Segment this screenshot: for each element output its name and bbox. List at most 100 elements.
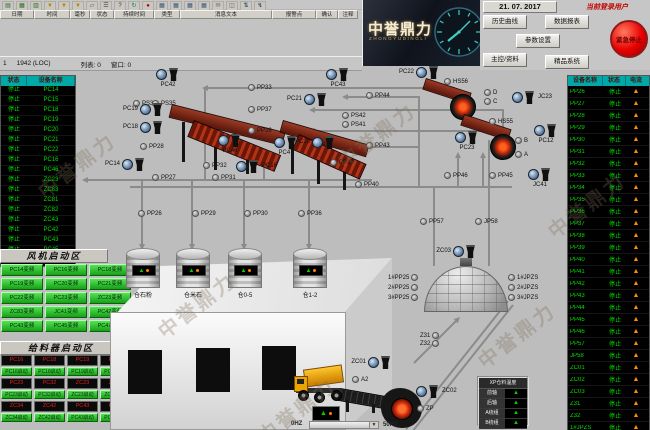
feeder-name-button[interactable]: ZC34: [1, 401, 32, 412]
param-settings-button[interactable]: 参数设置: [516, 34, 560, 48]
device-name: PP44: [568, 305, 604, 311]
storage-silo[interactable]: ▲ 仓石粉: [126, 248, 160, 300]
fan-hopper-unit[interactable]: PC46: [218, 134, 242, 147]
equipment-label: PC46: [222, 148, 237, 154]
fan-start-button[interactable]: PC14变频: [1, 264, 43, 276]
feeder-start-button[interactable]: ZC42启动: [34, 413, 65, 422]
device-row: 停止 ZC83: [1, 186, 75, 196]
fan-hopper-unit[interactable]: PC22: [416, 66, 440, 79]
fan-hopper-unit[interactable]: PC23: [455, 131, 479, 144]
temperature-indicator: [505, 389, 527, 398]
fan-hopper-unit[interactable]: PC14: [122, 158, 146, 171]
feeder-start-button[interactable]: PC16启动: [1, 367, 32, 376]
point-label: A2: [361, 377, 368, 383]
feeder-name-button[interactable]: PC18: [34, 355, 65, 366]
fan-start-button[interactable]: PC16变频: [45, 264, 87, 276]
warehouse-door: [128, 350, 162, 394]
point-indicator-icon: [484, 98, 491, 105]
fan-hopper-unit[interactable]: PC16: [236, 160, 260, 173]
feeder-name-button[interactable]: PC43: [67, 401, 98, 412]
fan-start-button[interactable]: PC43变频: [1, 320, 43, 332]
emergency-stop-button[interactable]: 紧急停止: [610, 20, 648, 58]
device-status: 停止: [1, 236, 27, 245]
fan-start-button[interactable]: PC19变频: [1, 278, 43, 290]
feeder-name-button[interactable]: PC16: [1, 355, 32, 366]
history-curve-button[interactable]: 历史曲线: [483, 15, 527, 29]
fan-start-button[interactable]: PC21变频: [89, 278, 131, 290]
equipment-label: JC41: [533, 182, 547, 188]
alarm-list-area[interactable]: [0, 19, 362, 56]
data-report-button[interactable]: 数据报表: [545, 15, 589, 29]
point-label: PP37: [257, 107, 272, 113]
current-alarm-icon: [626, 220, 646, 227]
fan-start-button[interactable]: PC20变频: [45, 278, 87, 290]
alarm-status-bar: 1 1942 (LOC) 列表: 0 窗口: 0: [0, 56, 362, 70]
alarm-row-count: 1: [3, 60, 7, 67]
fan-start-button[interactable]: JC41变频: [45, 306, 87, 318]
storage-silo[interactable]: ▲ 仓1-2: [293, 248, 327, 300]
fan-start-button[interactable]: PC23变频: [45, 292, 87, 304]
device-name: PP36: [568, 209, 604, 215]
fan-hopper-unit[interactable]: PC19: [140, 103, 164, 116]
fan-hopper-unit[interactable]: JC41: [528, 168, 552, 181]
frequency-select[interactable]: [309, 421, 379, 429]
fan-hopper-unit[interactable]: ZC02: [416, 385, 440, 398]
fan-hopper-unit[interactable]: PC43: [326, 68, 350, 81]
main-control-button[interactable]: 主控/资料: [483, 53, 527, 67]
device-row: PP44 停止: [568, 302, 649, 314]
feeder-start-button[interactable]: PC23启动: [1, 390, 32, 399]
current-alarm-icon: [626, 268, 646, 275]
fan-start-button[interactable]: ZC83变频: [1, 306, 43, 318]
device-row: PP27 停止: [568, 98, 649, 110]
measure-point: 1#JPZS: [508, 274, 538, 281]
fan-hopper-unit[interactable]: PC18: [140, 121, 164, 134]
feeder-start-button[interactable]: PC43启动: [67, 413, 98, 422]
fan-hopper-unit[interactable]: ZC01: [368, 356, 392, 369]
storage-silo[interactable]: ▲ 仓米石: [176, 248, 210, 300]
feeder-name-button[interactable]: PC19: [67, 355, 98, 366]
fan-hopper-unit[interactable]: JC23: [512, 91, 536, 104]
measure-point: D: [484, 89, 497, 96]
feeder-start-button[interactable]: PC32启动: [34, 390, 65, 399]
fan-start-button[interactable]: PC45变频: [45, 320, 87, 332]
dump-truck[interactable]: [294, 364, 348, 406]
device-row: PP26 停止: [568, 86, 649, 98]
silo-level-display: ▲: [299, 265, 323, 276]
fan-start-button[interactable]: ZC23变频: [89, 292, 131, 304]
feeder-start-button[interactable]: PC19启动: [67, 367, 98, 376]
fan-icon: [368, 357, 379, 368]
feeder-group: PC23 PC23启动: [1, 378, 32, 399]
feeder-start-button[interactable]: ZC23启动: [67, 390, 98, 399]
feeder-start-button[interactable]: PC18启动: [34, 367, 65, 376]
product-system-button[interactable]: 精品系统: [545, 55, 589, 69]
fan-hopper-unit[interactable]: PC42: [156, 68, 180, 81]
device-row: PP30 停止: [568, 134, 649, 146]
point-label: PP38: [257, 128, 272, 134]
device-status: 停止: [604, 351, 626, 360]
storage-dome[interactable]: [424, 258, 508, 314]
feeder-start-button[interactable]: ZC34启动: [1, 413, 32, 422]
point-label: C: [493, 99, 497, 105]
fan-start-button[interactable]: PC22变频: [1, 292, 43, 304]
fan-icon: [455, 132, 466, 143]
point-label: Z31: [420, 333, 430, 339]
feeder-name-button[interactable]: PC32: [34, 378, 65, 389]
feeder-name-button[interactable]: PC23: [1, 378, 32, 389]
fan-hopper-unit[interactable]: PC12: [534, 124, 558, 137]
device-row: 停止 ZC43: [1, 216, 75, 226]
fan-hopper-unit[interactable]: PC21: [304, 93, 328, 106]
fan-hopper-unit[interactable]: PC20: [312, 136, 336, 149]
feeder-frequency-value: 50HZ: [383, 422, 398, 428]
measure-point: JP58: [475, 218, 498, 225]
current-alarm-icon: [626, 316, 646, 323]
feeder-name-button[interactable]: ZC23: [67, 378, 98, 389]
storage-silo[interactable]: ▲ 仓0-5: [228, 248, 262, 300]
device-name: JP58: [568, 353, 604, 359]
silo-level-display: ▲: [182, 265, 206, 276]
device-row: PP43 停止: [568, 290, 649, 302]
fan-hopper-unit[interactable]: ZC03: [453, 245, 477, 258]
point-label: HS56: [453, 79, 468, 85]
date-display: 21. 07. 2017: [483, 1, 557, 13]
fan-start-button[interactable]: PC18变频: [89, 264, 131, 276]
feeder-name-button[interactable]: ZC42: [34, 401, 65, 412]
